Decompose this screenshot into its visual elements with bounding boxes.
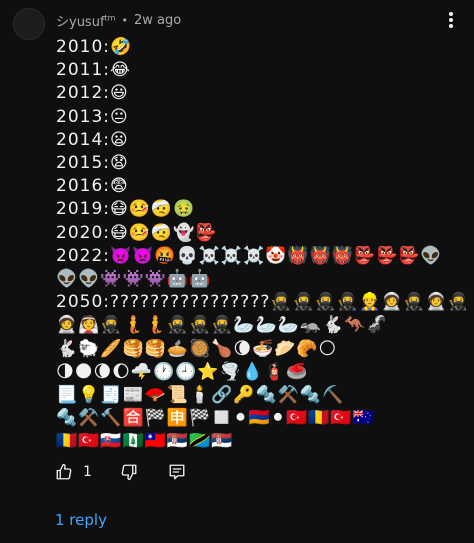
reply-button[interactable] bbox=[168, 463, 186, 481]
comment-header: シyusuftm • 2w ago bbox=[56, 11, 181, 30]
comment-line: 2015:😧 bbox=[56, 153, 129, 174]
comment-line: 2011:😂 bbox=[56, 60, 131, 81]
comment-line: 🌗🌑🌘🌔🌩️🕐🕘⭐🌪️💧🧯🥌 bbox=[56, 361, 309, 382]
comment-line: 2050:????????????????🥷🥷🥷🥷👷🧑‍🚀🥷🧑‍🚀🥷 bbox=[56, 292, 466, 313]
dislike-button[interactable] bbox=[120, 463, 138, 481]
avatar[interactable] bbox=[13, 8, 45, 40]
menu-dot bbox=[449, 24, 453, 28]
comment-line: 2010:🤣 bbox=[56, 37, 133, 57]
view-replies-link[interactable]: 1 reply bbox=[55, 511, 107, 529]
comment-line: 2022:👿👿🤬💀☠️☠️☠️🤡👹👹👹👺👺👺👽 bbox=[56, 245, 443, 266]
more-options-icon[interactable] bbox=[444, 9, 458, 31]
menu-dot bbox=[449, 12, 453, 16]
author-name: シyusuf bbox=[56, 15, 105, 30]
thumbs-down-icon bbox=[121, 464, 137, 481]
thumbs-up-icon bbox=[56, 463, 72, 480]
comment-body: 2010:🤣 2011:😂 2012:😃 2013:😐 2014:😦 2015:… bbox=[56, 36, 466, 454]
comment-line: 🇷🇴🇹🇷🇸🇰🇳🇫🇹🇼🇷🇸🇹🇿🇷🇸 bbox=[56, 431, 234, 452]
comment-line: 🔩⚒️🔨🈴🏁🈸🏁◻️⚫🇦🇲⚫🇹🇷🇷🇴🇹🇷🇦🇺 bbox=[56, 408, 375, 429]
separator-dot: • bbox=[121, 14, 128, 27]
comment-line: 🧑‍🚀👰🥷🧜🧜🥷🥷🥷🦢🦢🦢🦡🐇🦘🦨 bbox=[56, 315, 389, 336]
comment-line: 📃💡🧾📰🪭📜🕯️🔗🔑🔩⚒️🔩⛏️ bbox=[56, 385, 345, 406]
like-count: 1 bbox=[83, 464, 92, 480]
comment-line: 🐇🐑🥖🥞🥞🥧🥘🍗🌘🍜🥟🥐🌕 bbox=[56, 338, 338, 359]
comment-line: 2013:😐 bbox=[56, 106, 129, 127]
comment-reply-icon bbox=[169, 464, 185, 480]
comment-actions: 1 bbox=[55, 463, 186, 481]
comment-line: 2019:😷🤒🤕🤢 bbox=[56, 199, 196, 220]
comment-line: 2020:😷🤒🤕👻👺 bbox=[56, 222, 218, 243]
author-name-superscript: tm bbox=[104, 13, 116, 23]
comment-timestamp: 2w ago bbox=[133, 13, 182, 28]
like-button[interactable] bbox=[55, 463, 73, 481]
comment-line: 2016:😨 bbox=[56, 176, 129, 197]
comment-line: 2012:😃 bbox=[56, 83, 129, 104]
comment-line: 👽👽👾👾👾🤖🤖 bbox=[56, 269, 212, 290]
comment-line: 2014:😦 bbox=[56, 129, 129, 150]
menu-dot bbox=[449, 18, 453, 22]
comment-author[interactable]: シyusuftm bbox=[56, 11, 115, 30]
